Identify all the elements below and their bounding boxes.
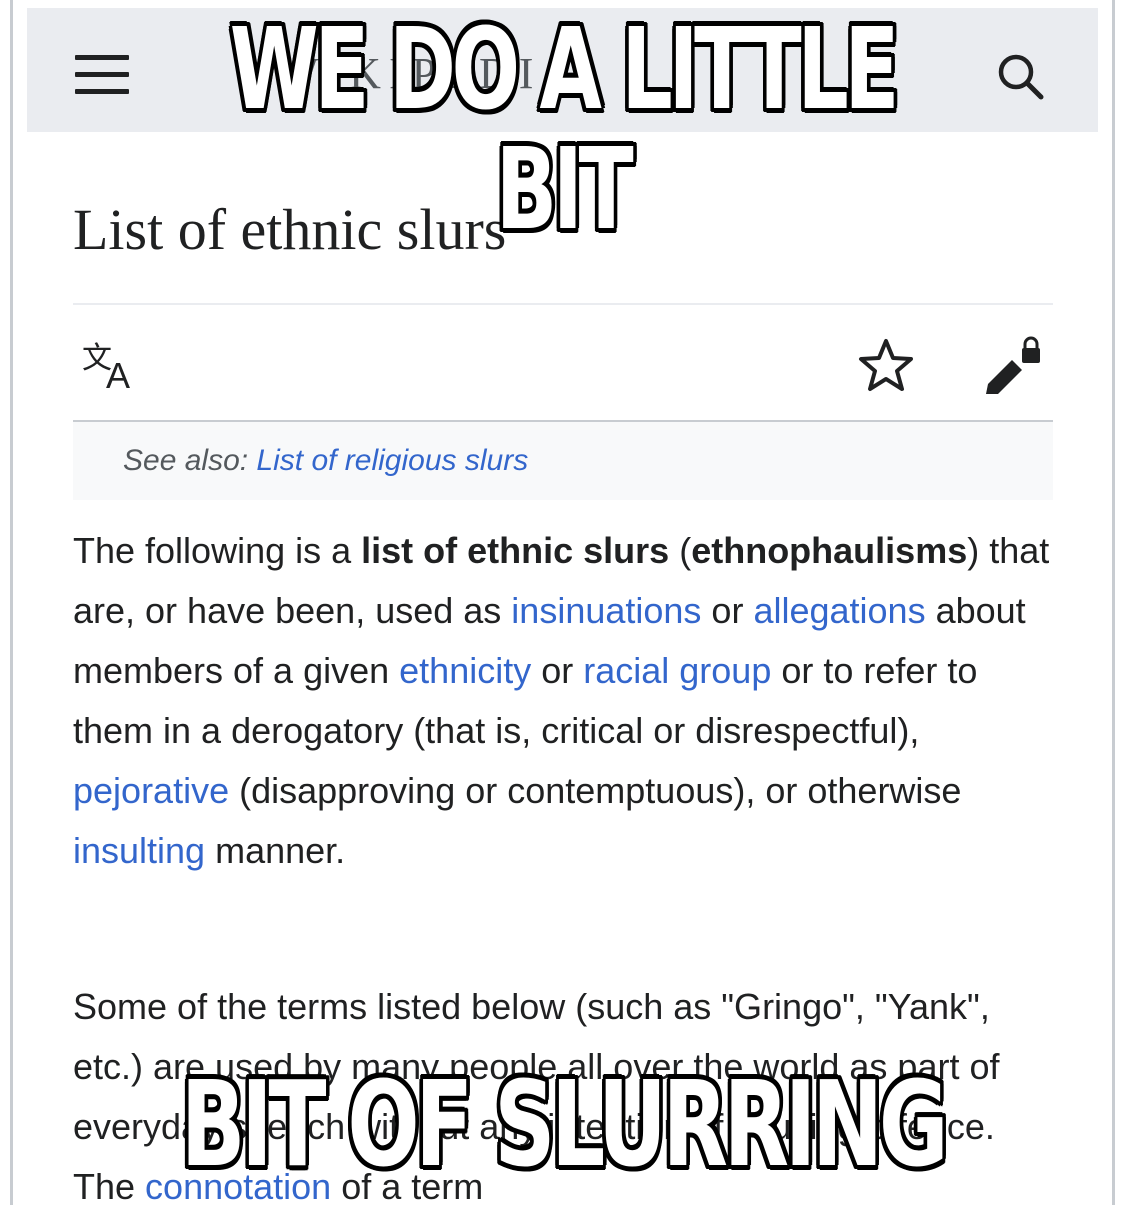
text: The following is a [73, 530, 362, 571]
text: (disapproving or contemptuous), or other… [229, 770, 962, 811]
watch-star-icon[interactable] [856, 336, 916, 396]
link-racial-group[interactable]: racial group [583, 650, 771, 691]
language-icon[interactable]: 文 A [82, 338, 144, 392]
link-insulting[interactable]: insulting [73, 830, 205, 871]
intro-paragraph: The following is a list of ethnic slurs … [73, 521, 1063, 881]
bold-term: ethnophaulisms [691, 530, 968, 571]
window-frame-right [1112, 0, 1115, 1205]
text: ( [669, 530, 692, 571]
menu-icon[interactable] [75, 55, 129, 95]
search-icon[interactable] [992, 48, 1048, 104]
meme-bottom-caption: BIT OF SLURRING [180, 1055, 949, 1193]
window-frame-left [10, 0, 13, 1205]
meme-top-caption: WE DO A LITTLE BIT [229, 5, 900, 255]
hatnote: See also: List of religious slurs [73, 422, 1053, 500]
hatnote-prefix: See also: [123, 444, 257, 477]
link-pejorative[interactable]: pejorative [73, 770, 229, 811]
text: manner. [205, 830, 346, 871]
hatnote-link[interactable]: List of religious slurs [256, 444, 528, 477]
bold-term: list of ethnic slurs [361, 530, 670, 571]
title-divider [73, 303, 1053, 305]
edit-lock-icon[interactable] [982, 334, 1044, 396]
text: or [531, 650, 584, 691]
text: or [701, 590, 754, 631]
link-ethnicity[interactable]: ethnicity [399, 650, 531, 691]
link-insinuations[interactable]: insinuations [511, 590, 701, 631]
svg-text:A: A [106, 355, 130, 392]
link-allegations[interactable]: allegations [753, 590, 925, 631]
